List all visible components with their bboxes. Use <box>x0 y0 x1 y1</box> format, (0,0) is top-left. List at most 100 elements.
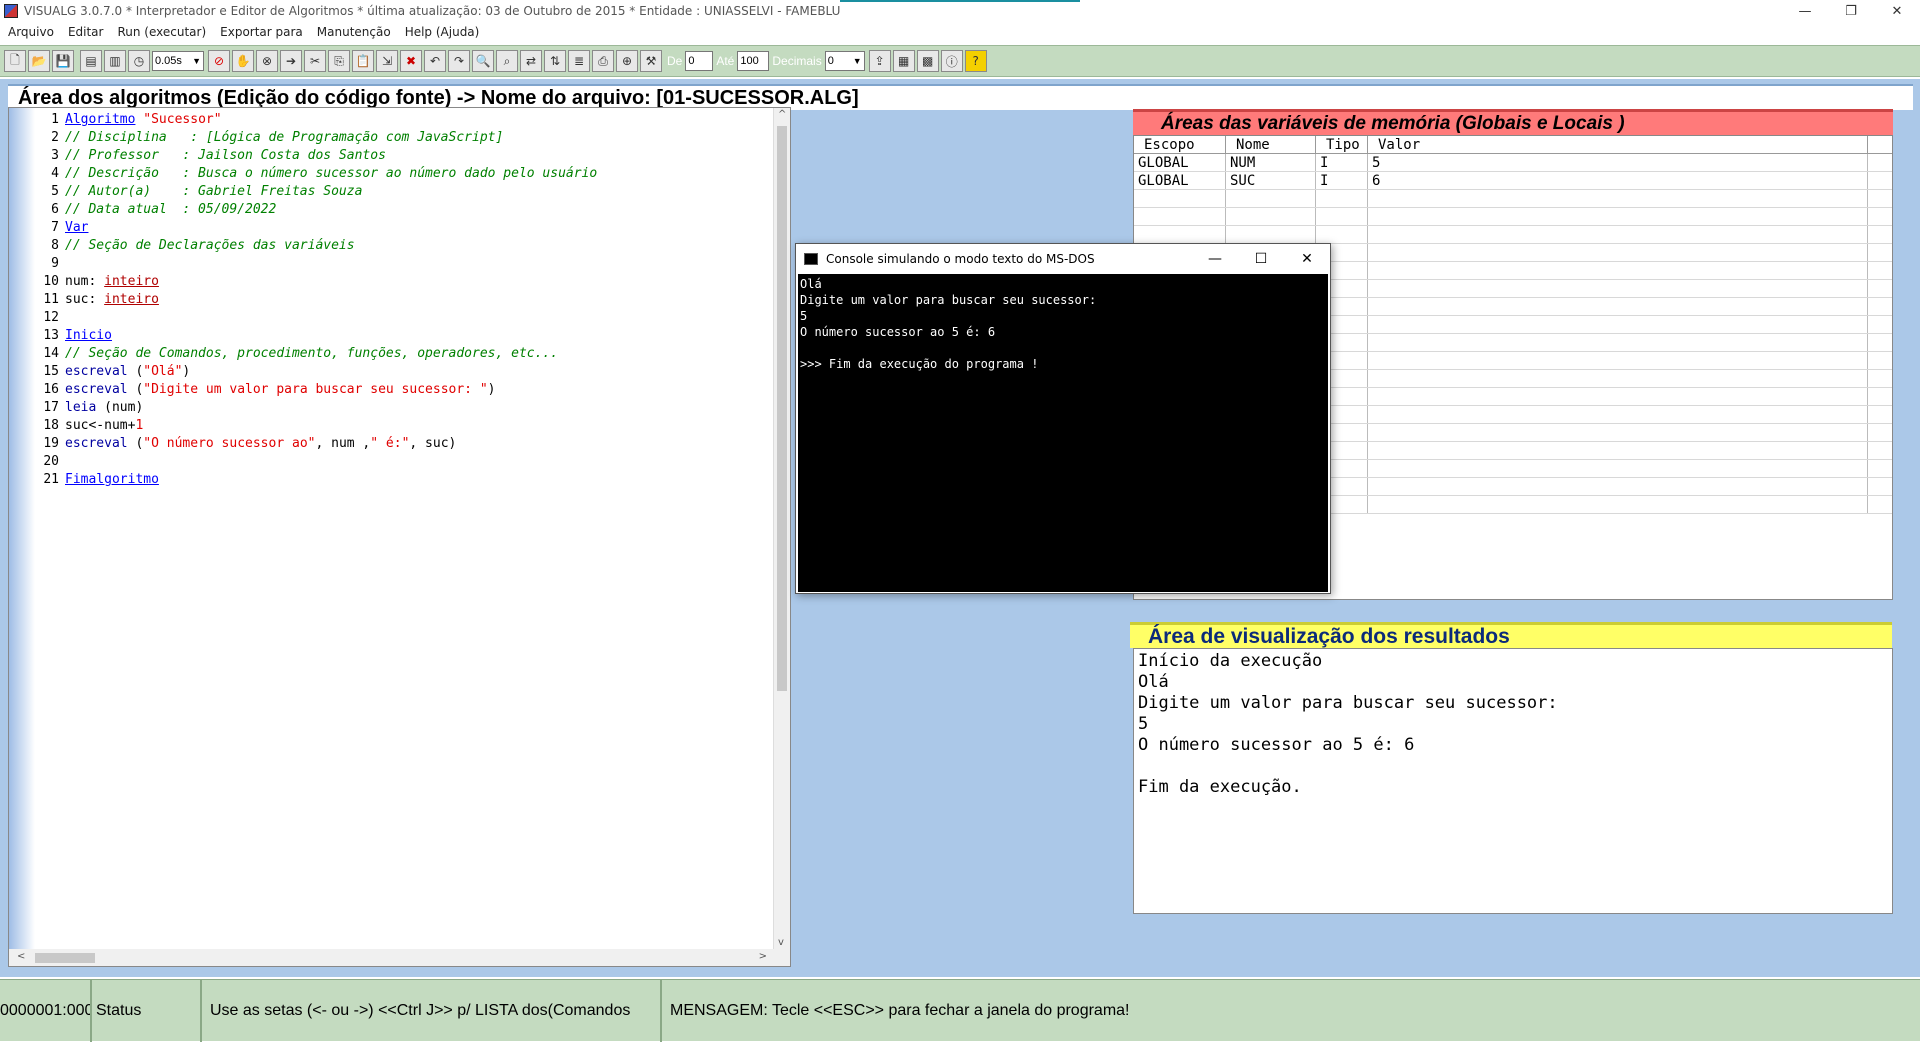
console-body[interactable]: Olá Digite um valor para buscar seu suce… <box>798 274 1328 592</box>
scroll-up-icon[interactable]: ^ <box>778 109 786 120</box>
undo-icon[interactable]: ↶ <box>424 50 446 72</box>
table-cell <box>1226 190 1316 207</box>
code-line[interactable]: 6 // Data atual : 05/09/2022 <box>35 201 597 219</box>
console-minimize-button[interactable]: — <box>1192 244 1238 274</box>
menu-help[interactable]: Help (Ajuda) <box>405 25 480 39</box>
code-token: escreval <box>65 382 128 397</box>
close-button[interactable]: ✕ <box>1874 0 1920 22</box>
table-row[interactable] <box>1134 190 1892 208</box>
code-line[interactable]: 10 num: inteiro <box>35 273 597 291</box>
code-line[interactable]: 3 // Professor : Jailson Costa dos Santos <box>35 147 597 165</box>
menu-arquivo[interactable]: Arquivo <box>8 25 54 39</box>
insert-icon[interactable]: ⇲ <box>376 50 398 72</box>
code-line[interactable]: 2 // Disciplina : [Lógica de Programação … <box>35 129 597 147</box>
calculator-icon[interactable]: ▦ <box>892 50 915 72</box>
code-line[interactable]: 11 suc: inteiro <box>35 291 597 309</box>
table-cell <box>1368 298 1868 315</box>
line-number: 19 <box>43 436 59 451</box>
code-line[interactable]: 15 escreval ("Olá") <box>35 363 597 381</box>
code-line[interactable]: 13 Inicio <box>35 327 597 345</box>
code-line[interactable]: 12 <box>35 309 597 327</box>
restore-button[interactable]: ❐ <box>1828 0 1874 22</box>
open-file-icon[interactable]: 📂 <box>28 50 50 72</box>
code-line[interactable]: 19 escreval ("O número sucessor ao", num … <box>35 435 597 453</box>
export-icon[interactable]: ⇪ <box>868 50 891 72</box>
copy-icon[interactable]: ⎘ <box>328 50 350 72</box>
results-output[interactable]: Início da execução Olá Digite um valor p… <box>1133 648 1893 914</box>
code-token: Inicio <box>65 328 112 343</box>
code-line[interactable]: 20 <box>35 453 597 471</box>
table-row[interactable] <box>1134 208 1892 226</box>
find-next-icon[interactable]: ⌕ <box>496 50 518 72</box>
redo-icon[interactable]: ↷ <box>448 50 470 72</box>
code-line[interactable]: 8 // Seção de Declarações das variáveis <box>35 237 597 255</box>
code-token: ( <box>127 436 144 451</box>
paste-icon[interactable]: 📋 <box>352 50 374 72</box>
code-editor[interactable]: 1 Algoritmo "Sucessor" 2 // Disciplina : [L… <box>8 107 791 967</box>
table-icon[interactable]: ▩ <box>916 50 939 72</box>
code-token: escreval <box>65 364 128 379</box>
run-step-icon[interactable]: ▥ <box>104 50 126 72</box>
editor-vertical-scrollbar[interactable]: ^ v <box>773 108 790 966</box>
info-icon[interactable]: ⓘ <box>940 50 963 72</box>
console-window[interactable]: Console simulando o modo texto do MS-DOS… <box>795 243 1331 594</box>
code-token: // Descrição : Busca o número sucessor a… <box>65 166 598 181</box>
code-line[interactable]: 18 suc<-num+1 <box>35 417 597 435</box>
code-token: // Data atual : 05/09/2022 <box>65 202 277 217</box>
editor-horizontal-scrollbar[interactable]: < > <box>9 949 775 966</box>
menu-manutencao[interactable]: Manutenção <box>317 25 391 39</box>
code-token: suc<-num+ <box>65 418 136 433</box>
save-icon[interactable]: 💾 <box>52 50 74 72</box>
decimais-select[interactable]: 0 ▼ <box>824 51 865 71</box>
code-lines[interactable]: 1 Algoritmo "Sucessor" 2 // Disciplina : [L… <box>35 111 597 489</box>
code-line[interactable]: 16 escreval ("Digite um valor para buscar… <box>35 381 597 399</box>
sort-icon[interactable]: ⇅ <box>544 50 566 72</box>
help-book-icon[interactable]: ? <box>964 50 987 72</box>
run-icon[interactable]: ▤ <box>80 50 102 72</box>
table-row[interactable]: GLOBAL NUM I 5 <box>1134 154 1892 172</box>
table-cell <box>1368 244 1868 261</box>
scroll-down-icon[interactable]: v <box>778 937 784 948</box>
delete-icon[interactable]: ✖ <box>400 50 422 72</box>
code-line[interactable]: 9 <box>35 255 597 273</box>
timer-icon[interactable]: ◷ <box>128 50 150 72</box>
stop-icon[interactable]: ⊘ <box>208 50 230 72</box>
menu-editar[interactable]: Editar <box>68 25 104 39</box>
print-icon[interactable]: ⎙ <box>592 50 614 72</box>
breakpoint-icon[interactable]: ⊗ <box>256 50 278 72</box>
tools-icon[interactable]: ⚒ <box>640 50 662 72</box>
code-line[interactable]: 14 // Seção de Comandos, procedimento, fu… <box>35 345 597 363</box>
indent-icon[interactable]: ≣ <box>568 50 590 72</box>
scroll-right-icon[interactable]: > <box>759 951 767 962</box>
console-titlebar[interactable]: Console simulando o modo texto do MS-DOS… <box>796 244 1330 274</box>
zoom-icon[interactable]: ⊕ <box>616 50 638 72</box>
titlebar-accent <box>840 0 1080 2</box>
menu-run[interactable]: Run (executar) <box>117 25 206 39</box>
console-maximize-button[interactable]: ☐ <box>1238 244 1284 274</box>
minimize-button[interactable]: — <box>1782 0 1828 22</box>
code-line[interactable]: 1 Algoritmo "Sucessor" <box>35 111 597 129</box>
table-cell: 5 <box>1368 154 1868 171</box>
scroll-left-icon[interactable]: < <box>17 951 25 962</box>
table-row[interactable] <box>1134 226 1892 244</box>
ate-input[interactable]: 100 <box>737 51 770 71</box>
table-row[interactable]: GLOBAL SUC I 6 <box>1134 172 1892 190</box>
new-file-icon[interactable]: 🗋 <box>4 50 26 72</box>
code-line[interactable]: 17 leia (num) <box>35 399 597 417</box>
editor-hscroll-thumb[interactable] <box>35 953 95 963</box>
code-line[interactable]: 7 Var <box>35 219 597 237</box>
run-arrow-icon[interactable]: ➔ <box>280 50 302 72</box>
col-valor: Valor <box>1368 136 1868 153</box>
replace-icon[interactable]: ⇄ <box>520 50 542 72</box>
menu-exportar[interactable]: Exportar para <box>220 25 303 39</box>
editor-vscroll-thumb[interactable] <box>777 126 787 691</box>
console-close-button[interactable]: ✕ <box>1284 244 1330 274</box>
cut-icon[interactable]: ✂ <box>304 50 326 72</box>
hand-icon[interactable]: ✋ <box>232 50 254 72</box>
de-input[interactable]: 0 <box>685 51 714 71</box>
find-icon[interactable]: 🔍 <box>472 50 494 72</box>
code-line[interactable]: 21 Fimalgoritmo <box>35 471 597 489</box>
code-line[interactable]: 5 // Autor(a) : Gabriel Freitas Souza <box>35 183 597 201</box>
code-line[interactable]: 4 // Descrição : Busca o número sucessor … <box>35 165 597 183</box>
speed-select[interactable]: 0.05s ▼ <box>152 51 204 71</box>
